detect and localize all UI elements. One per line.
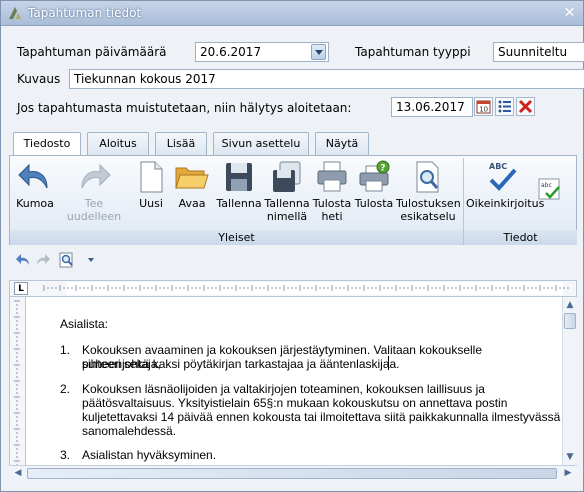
- title-bar[interactable]: Tapahtuman tiedot ✕: [1, 1, 583, 26]
- list-item-line: päätösvaltaisuus. Yksityistielain 65§:n …: [82, 396, 508, 410]
- redo-button[interactable]: Tee uudelleen: [58, 160, 130, 223]
- printer-dialog-icon: ?: [359, 160, 390, 192]
- tab-tiedosto[interactable]: Tiedosto: [13, 132, 81, 156]
- horizontal-scrollbar[interactable]: ◀ ▶: [9, 465, 577, 481]
- app-logo-icon: [9, 7, 21, 19]
- description-value: Tiekunnan kokous 2017: [74, 72, 216, 86]
- svg-text:ABC: ABC: [489, 162, 507, 171]
- event-date-picker[interactable]: 20.6.2017: [195, 42, 329, 62]
- spelling-options-button[interactable]: abc: [538, 178, 562, 205]
- vertical-ruler-ticks: [14, 300, 20, 466]
- calendar-icon[interactable]: 10: [474, 97, 493, 116]
- svg-text:abc: abc: [541, 182, 552, 189]
- alarm-date-input[interactable]: 13.06.2017: [391, 97, 473, 117]
- document-editor[interactable]: Asialista: 1. Kokouksen avaaminen ja kok…: [26, 297, 562, 465]
- tab-aloitus[interactable]: Aloitus: [87, 132, 149, 155]
- close-window-button[interactable]: ✕: [561, 5, 578, 21]
- open-button[interactable]: Avaa: [172, 160, 212, 210]
- undo-button[interactable]: Kumoa: [13, 160, 57, 210]
- event-type-label: Tapahtuman tyyppi: [355, 45, 471, 59]
- list-number: 2.: [60, 382, 71, 396]
- customize-chevron-down-icon[interactable]: [83, 252, 99, 268]
- event-date-value: 20.6.2017: [200, 45, 262, 59]
- clear-alarm-close-icon[interactable]: [516, 97, 535, 116]
- description-label: Kuvaus: [17, 72, 61, 86]
- vertical-scrollbar[interactable]: ▲ ▼: [562, 297, 577, 465]
- group-caption-tiedot: Tiedot: [464, 230, 577, 245]
- ribbon-panel: Kumoa Tee uudelleen Uusi Avaa Tallenna T…: [9, 155, 577, 245]
- event-date-label: Tapahtuman päivämäärä: [17, 45, 167, 59]
- spell-check-icon: ABC: [489, 162, 517, 191]
- printer-icon: [317, 161, 347, 192]
- scroll-up-arrow-icon[interactable]: ▲: [563, 298, 577, 312]
- description-input[interactable]: Tiekunnan kokous 2017: [69, 69, 584, 89]
- event-details-window: Tapahtuman tiedot ✕ Tapahtuman päivämäär…: [0, 0, 584, 492]
- spell-check-button[interactable]: ABC Oikeinkirjoitus: [466, 160, 544, 210]
- list-icon[interactable]: [495, 97, 514, 116]
- print-preview-button[interactable]: Tulostuksen esikatselu: [396, 160, 461, 223]
- save-as-icon: [273, 161, 301, 192]
- alarm-label: Jos tapahtumasta muistutetaan, niin häly…: [17, 101, 352, 115]
- tab-stop-selector[interactable]: L: [14, 282, 28, 295]
- quick-access-toolbar: [9, 249, 577, 271]
- print-now-button[interactable]: Tulosta heti: [312, 160, 352, 223]
- list-number: 3.: [60, 448, 71, 462]
- document-heading: Asialista:: [60, 317, 109, 331]
- print-preview-icon: [416, 161, 439, 193]
- undo-icon: [18, 163, 48, 189]
- list-item-line: kuljetettavaksi 14 päivää ennen kokousta…: [82, 410, 561, 424]
- redo-small-icon[interactable]: [35, 252, 51, 268]
- preview-small-icon[interactable]: [59, 252, 75, 268]
- tab-lisaa[interactable]: Lisää: [155, 132, 207, 155]
- print-button[interactable]: ? Tulosta: [354, 160, 394, 210]
- vertical-ruler: [9, 297, 26, 466]
- tab-nayta[interactable]: Näytä: [315, 132, 369, 155]
- svg-text:10: 10: [479, 106, 488, 114]
- list-number: 1.: [60, 343, 71, 357]
- undo-small-icon[interactable]: [15, 252, 31, 268]
- date-dropdown-chevron-down-icon[interactable]: [311, 44, 326, 60]
- save-disk-icon: [226, 163, 252, 191]
- new-document-button[interactable]: Uusi: [134, 160, 168, 210]
- scroll-left-arrow-icon[interactable]: ◀: [11, 466, 25, 480]
- save-as-button[interactable]: Tallenna nimellä: [264, 160, 310, 223]
- horizontal-ruler[interactable]: L: [9, 280, 577, 297]
- abc-check-icon: abc: [538, 178, 560, 200]
- svg-text:?: ?: [380, 164, 385, 174]
- list-item-line: Asialistan hyväksyminen.: [82, 448, 217, 462]
- redo-icon: [81, 163, 111, 189]
- text-cursor: [388, 356, 389, 370]
- window-title: Tapahtuman tiedot: [28, 6, 142, 20]
- new-document-icon: [140, 161, 163, 193]
- list-item-line: sanomalehdessä.: [82, 424, 177, 438]
- horizontal-scroll-thumb[interactable]: [27, 468, 557, 479]
- group-caption-yleiset: Yleiset: [10, 230, 463, 245]
- scroll-down-arrow-icon[interactable]: ▼: [563, 450, 577, 464]
- alarm-date-value: 13.06.2017: [396, 100, 465, 114]
- save-button[interactable]: Tallenna: [216, 160, 262, 210]
- folder-open-icon: [175, 167, 209, 189]
- vertical-scroll-thumb[interactable]: [564, 313, 576, 329]
- list-item-line: sihteeri sekä kaksi pöytäkirjan tarkasta…: [82, 357, 400, 371]
- ruler-ticks: [43, 285, 569, 291]
- event-type-select[interactable]: Suunniteltu: [493, 42, 584, 62]
- event-type-value: Suunniteltu: [498, 45, 568, 59]
- list-item-line: Kokouksen läsnäolijoiden ja valtakirjoje…: [82, 382, 485, 396]
- tab-sivun-asettelu[interactable]: Sivun asettelu: [213, 132, 309, 155]
- scroll-right-arrow-icon[interactable]: ▶: [561, 466, 575, 480]
